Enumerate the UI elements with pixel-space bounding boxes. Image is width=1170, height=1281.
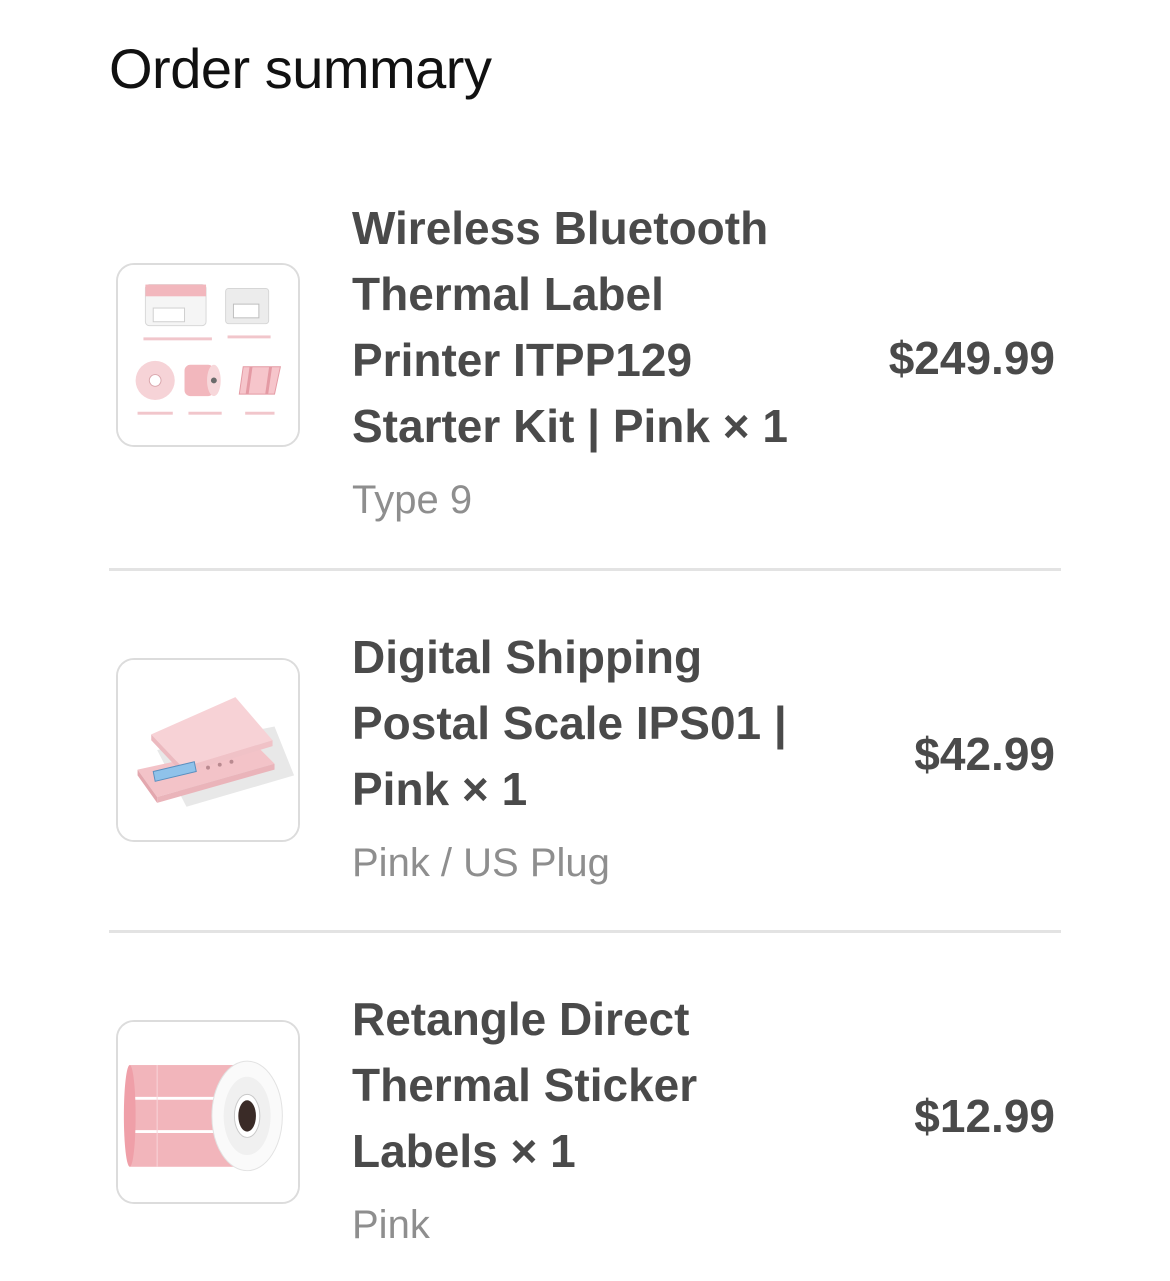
- order-summary: Order summary Wireless Bluetooth Thermal…: [0, 0, 1170, 1281]
- line-item-name: Retangle Direct Thermal Sticker Labels ×…: [352, 993, 698, 1177]
- order-summary-title: Order summary: [109, 37, 492, 100]
- line-item-info: Digital Shipping Postal Scale IPS01 | Pi…: [352, 624, 822, 888]
- line-item-variant: Type 9: [352, 478, 473, 522]
- line-item-variant: Pink / US Plug: [352, 841, 610, 885]
- line-item-price: $42.99: [914, 728, 1055, 780]
- line-item-info: Wireless Bluetooth Thermal Label Printer…: [352, 195, 822, 525]
- postal-scale-image: [116, 658, 300, 842]
- thermal-printer-kit-image: [116, 263, 300, 447]
- line-item: Retangle Direct Thermal Sticker Labels ×…: [109, 986, 1061, 1247]
- line-item-price: $249.99: [888, 332, 1055, 384]
- divider: [109, 568, 1061, 571]
- line-item: Digital Shipping Postal Scale IPS01 | Pi…: [109, 624, 1061, 930]
- line-item-name: Wireless Bluetooth Thermal Label Printer…: [352, 202, 788, 452]
- line-item-variant: Pink: [352, 1203, 430, 1247]
- line-item-price: $12.99: [914, 1090, 1055, 1142]
- line-item-info: Retangle Direct Thermal Sticker Labels ×…: [352, 986, 822, 1250]
- label-roll-image: [116, 1020, 300, 1204]
- line-item-name: Digital Shipping Postal Scale IPS01 | Pi…: [352, 631, 787, 815]
- line-item: Wireless Bluetooth Thermal Label Printer…: [109, 195, 1061, 567]
- divider: [109, 930, 1061, 933]
